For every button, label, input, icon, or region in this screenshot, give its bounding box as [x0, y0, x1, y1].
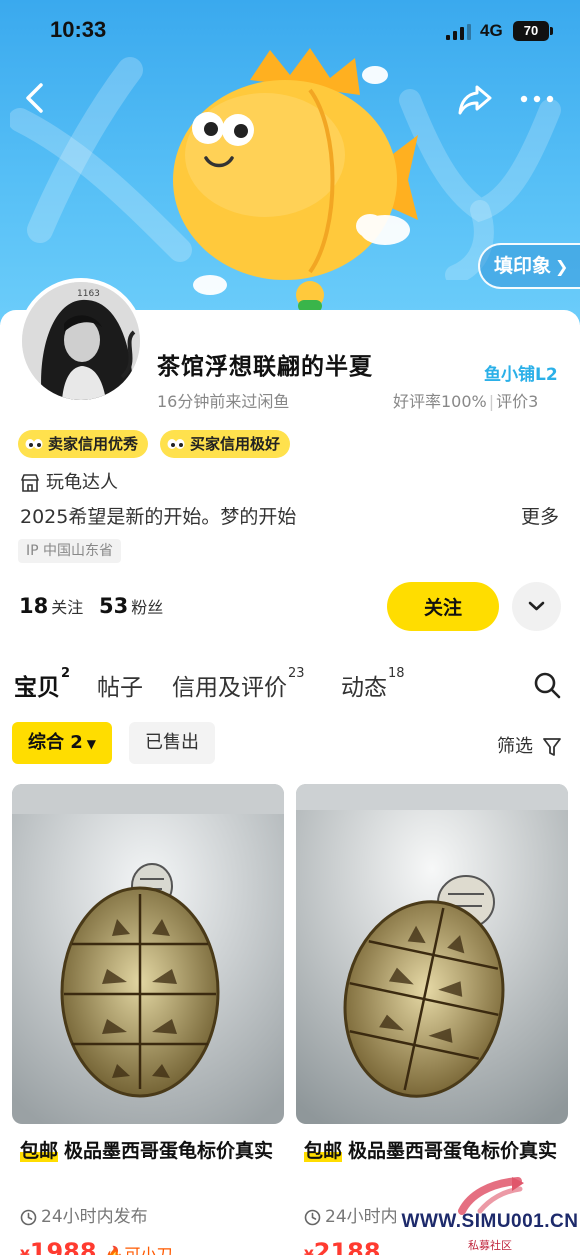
product-price: ¥2188	[304, 1238, 381, 1255]
seller-credit-label: 卖家信用优秀	[48, 435, 139, 453]
watermark-site: WWW.SIMU001.CN	[401, 1211, 579, 1232]
price-amount: 1988	[29, 1238, 97, 1255]
free-shipping-label: 包邮	[20, 1140, 59, 1162]
fish-mascot-illustration	[173, 48, 418, 312]
funnel-icon	[542, 738, 561, 756]
tab-credit-reviews[interactable]: 信用及评价23	[172, 666, 305, 702]
chevron-right-icon: ❯	[555, 257, 569, 276]
seller-credit-badge[interactable]: 卖家信用优秀	[18, 430, 149, 458]
product-post-time: 24小时内发布	[20, 1202, 148, 1227]
chevron-down-icon	[528, 601, 545, 611]
product-post-time: 24小时内	[304, 1202, 398, 1227]
following-count: 18	[19, 594, 49, 618]
network-type: 4G	[480, 21, 503, 40]
product-photo-turtle	[12, 784, 284, 1124]
filter-button[interactable]: 筛选	[497, 732, 561, 758]
product-title: 包邮 极品墨西哥蛋龟标价真实	[304, 1136, 568, 1167]
bargain-tag: 🔥可小刀	[105, 1245, 173, 1255]
rating-summary[interactable]: 好评率100% | 评价3	[393, 388, 538, 412]
review-count: 评价3	[496, 392, 539, 411]
profile-tabs: 宝贝2 帖子 信用及评价23 动态18	[0, 660, 580, 710]
user-tag-label: 玩龟达人	[46, 472, 118, 493]
avatar-text-mark: 1163	[77, 289, 100, 299]
fill-impression-button[interactable]: 填印象 ❯	[478, 243, 580, 289]
filter-comprehensive-label: 综合 2	[28, 732, 83, 753]
badge-face-icon	[167, 439, 185, 449]
product-title-text: 极品墨西哥蛋龟标价真实	[348, 1140, 558, 1162]
watermark-label: 私募社区	[468, 1239, 512, 1252]
price-amount: 2188	[313, 1238, 381, 1255]
product-price: ¥1988 🔥可小刀	[20, 1238, 172, 1255]
product-post-time-text: 24小时内发布	[41, 1207, 148, 1227]
tab-moments-label: 动态	[341, 675, 387, 701]
battery-tip	[550, 27, 553, 35]
buyer-credit-label: 买家信用极好	[190, 435, 281, 453]
user-tag: 玩龟达人	[20, 468, 118, 494]
more-options-icon[interactable]	[518, 82, 556, 116]
avatar[interactable]: 1163	[18, 278, 144, 404]
product-card[interactable]: 包邮极品墨西哥蛋龟标价真实 24小时内发布 ¥1988 🔥可小刀	[12, 784, 284, 1255]
tab-moments[interactable]: 动态18	[341, 666, 405, 702]
share-icon[interactable]	[456, 80, 494, 118]
battery-icon: 70	[513, 21, 549, 41]
fill-impression-label: 填印象	[494, 255, 552, 277]
filter-button-label: 筛选	[497, 736, 533, 757]
ip-location-tag: IP 中国山东省	[18, 539, 122, 563]
filter-comprehensive[interactable]: 综合 2 ▼	[12, 722, 113, 764]
back-arrow-icon[interactable]	[18, 80, 54, 116]
free-shipping-label: 包邮	[304, 1140, 343, 1162]
avatar-portrait-image: 1163	[22, 282, 140, 400]
last-seen-text: 16分钟前来过闲鱼	[157, 392, 290, 411]
tab-posts[interactable]: 帖子	[97, 668, 143, 702]
fans-count: 53	[99, 594, 129, 618]
tab-goods-count: 2	[61, 666, 71, 681]
follow-button[interactable]: 关注	[387, 582, 499, 631]
rating-separator: |	[488, 392, 495, 411]
filter-sold[interactable]: 已售出	[129, 722, 215, 764]
product-title: 包邮 极品墨西哥蛋龟标价真实	[20, 1136, 284, 1167]
shop-name: 茶馆浮想联翩的半夏	[157, 354, 373, 380]
fans-label: 粉丝	[131, 598, 164, 617]
site-watermark: WWW.SIMU001.CN 私募社区	[400, 1175, 580, 1255]
clock-icon	[20, 1209, 37, 1225]
bargain-label: 可小刀	[124, 1245, 173, 1255]
fans-stat[interactable]: 53 粉丝	[99, 594, 163, 618]
buyer-credit-badge[interactable]: 买家信用极好	[160, 430, 291, 458]
tab-goods[interactable]: 宝贝2	[12, 666, 71, 702]
shop-level-badge[interactable]: 鱼小铺L2	[484, 360, 558, 385]
good-rate: 好评率100%	[393, 392, 487, 411]
currency-symbol: ¥	[20, 1248, 30, 1255]
currency-symbol: ¥	[304, 1248, 314, 1255]
tab-moments-count: 18	[388, 666, 405, 681]
profile-banner: 10:33 4G 70 填印象 ❯	[0, 0, 580, 325]
expand-profile-button[interactable]	[512, 582, 561, 631]
tab-goods-label: 宝贝	[14, 675, 60, 701]
bio-more-link[interactable]: 更多	[521, 502, 559, 529]
caret-down-icon: ▼	[86, 737, 97, 751]
tab-posts-label: 帖子	[97, 675, 143, 701]
product-title-text: 极品墨西哥蛋龟标价真实	[64, 1140, 274, 1162]
badge-face-icon	[25, 439, 43, 449]
status-time: 10:33	[50, 17, 107, 42]
following-label: 关注	[51, 598, 84, 617]
cellular-signal-icon	[446, 24, 471, 40]
product-photo-turtle	[296, 784, 568, 1124]
shop-icon	[21, 474, 39, 492]
following-stat[interactable]: 18 关注	[19, 594, 83, 618]
tab-credit-count: 23	[288, 666, 305, 681]
tab-credit-label: 信用及评价	[172, 675, 287, 701]
clock-icon	[304, 1209, 321, 1225]
watermark-logo-icon	[458, 1177, 524, 1215]
profile-bio: 2025希望是新的开始。梦的开始	[20, 506, 297, 528]
search-icon[interactable]	[533, 671, 561, 699]
product-post-time-text: 24小时内	[325, 1207, 398, 1227]
